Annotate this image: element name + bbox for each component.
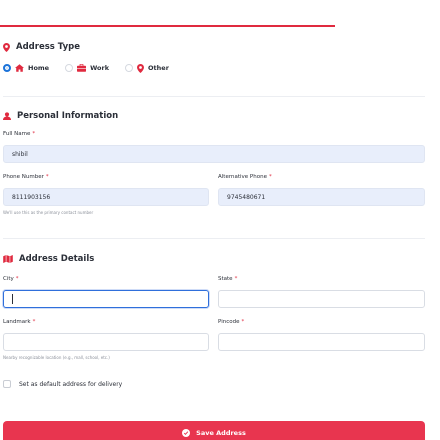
default-address-checkbox[interactable] (3, 380, 11, 388)
landmark-hint: Nearby recognizable location (e.g., mall… (3, 355, 110, 360)
home-radio[interactable] (3, 64, 11, 72)
other-label: Other (148, 64, 169, 72)
alt-phone-value: 9745480671 (227, 193, 266, 201)
address-type-other-option[interactable]: Other (125, 63, 169, 73)
location-pin-icon (3, 42, 10, 52)
user-icon (3, 112, 11, 120)
pincode-label: Pincode * (218, 319, 245, 325)
work-radio[interactable] (65, 64, 74, 72)
home-icon (15, 64, 24, 72)
phone-hint: We'll use this as the primary contact nu… (3, 210, 94, 215)
section-divider (3, 238, 425, 239)
top-bar (0, 0, 440, 26)
address-details-title: Address Details (19, 254, 95, 264)
progress-indicator (0, 25, 335, 27)
address-type-home-option[interactable]: Home (3, 64, 49, 72)
phone-number-label: Phone Number * (3, 174, 49, 180)
landmark-label: Landmark * (3, 319, 36, 325)
phone-number-input[interactable]: 8111903156 (3, 188, 209, 206)
landmark-input[interactable] (3, 333, 209, 351)
personal-info-heading: Personal Information (3, 111, 118, 121)
city-input[interactable] (3, 290, 209, 308)
alt-phone-label: Alternative Phone * (218, 174, 272, 180)
home-label: Home (28, 64, 50, 72)
address-details-heading: Address Details (3, 254, 94, 264)
briefcase-icon (77, 64, 87, 72)
section-divider (3, 96, 425, 97)
full-name-label: Full Name * (3, 131, 36, 137)
state-label: State * (218, 276, 238, 282)
address-type-heading: Address Type (3, 42, 80, 52)
state-input[interactable] (218, 290, 425, 308)
full-name-input[interactable]: shibil (3, 145, 425, 163)
check-circle-icon (182, 429, 191, 437)
phone-number-value: 8111903156 (12, 193, 51, 201)
city-label: City * (3, 276, 19, 282)
full-name-value: shibil (12, 150, 28, 158)
save-address-label: Save Address (196, 429, 246, 437)
default-address-label[interactable]: Set as default address for delivery (19, 381, 122, 388)
text-cursor (12, 294, 13, 304)
alt-phone-input[interactable]: 9745480671 (218, 188, 425, 206)
pincode-input[interactable] (218, 333, 425, 351)
personal-info-title: Personal Information (17, 111, 119, 121)
map-icon (3, 255, 13, 263)
address-type-options: Home Work Other (3, 62, 185, 74)
address-type-work-option[interactable]: Work (65, 64, 109, 72)
address-type-title: Address Type (16, 42, 80, 52)
other-radio[interactable] (125, 64, 134, 72)
save-address-button[interactable]: Save Address (3, 421, 425, 440)
work-label: Work (90, 64, 110, 72)
default-address-row[interactable]: Set as default address for delivery (3, 380, 122, 388)
location-pin-icon (137, 63, 144, 73)
